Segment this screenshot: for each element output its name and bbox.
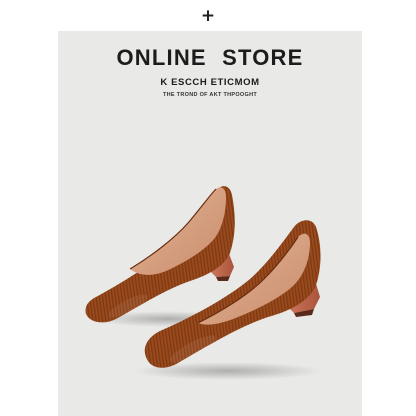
shoe-pair-image [85, 186, 323, 380]
product-banner: ONLINE STORE K ESCCH ETICMOM THE TROND O… [58, 31, 362, 416]
page-frame: + ONLINE STORE K ESCCH ETICMOM THE TROND… [0, 0, 416, 416]
expand-plus-icon[interactable]: + [0, 3, 416, 29]
